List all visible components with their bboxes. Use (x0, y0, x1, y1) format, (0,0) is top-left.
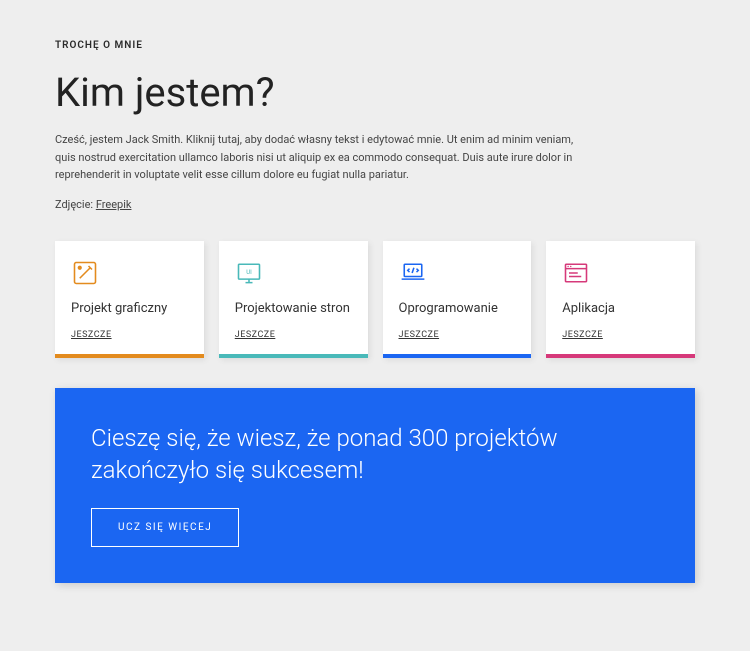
card-link[interactable]: JESZCZE (562, 330, 679, 340)
banner-heading: Cieszę się, że wiesz, że ponad 300 proje… (91, 422, 659, 487)
card-title: Oprogramowanie (399, 301, 516, 318)
window-lines-icon (562, 259, 590, 287)
card-title: Projektowanie stron (235, 301, 352, 318)
cards-row: Projekt graficzny JESZCZE UI Projektowan… (55, 241, 695, 358)
card-app[interactable]: Aplikacja JESZCZE (546, 241, 695, 358)
credit-link[interactable]: Freepik (96, 198, 132, 211)
card-graphic-design[interactable]: Projekt graficzny JESZCZE (55, 241, 204, 358)
learn-more-button[interactable]: UCZ SIĘ WIĘCEJ (91, 508, 239, 547)
svg-text:UI: UI (246, 269, 252, 276)
description: Cześć, jestem Jack Smith. Kliknij tutaj,… (55, 131, 595, 184)
card-link[interactable]: JESZCZE (235, 330, 352, 340)
card-web-design[interactable]: UI Projektowanie stron JESZCZE (219, 241, 368, 358)
card-title: Aplikacja (562, 301, 679, 318)
eyebrow: TROCHĘ O MNIE (55, 40, 695, 51)
card-link[interactable]: JESZCZE (399, 330, 516, 340)
pencil-ruler-icon (71, 259, 99, 287)
laptop-code-icon (399, 259, 427, 287)
monitor-ui-icon: UI (235, 259, 263, 287)
credit-prefix: Zdjęcie: (55, 198, 96, 211)
image-credit: Zdjęcie: Freepik (55, 198, 695, 211)
card-software[interactable]: Oprogramowanie JESZCZE (383, 241, 532, 358)
cta-banner: Cieszę się, że wiesz, że ponad 300 proje… (55, 388, 695, 584)
card-link[interactable]: JESZCZE (71, 330, 188, 340)
page-title: Kim jestem? (55, 69, 695, 116)
card-title: Projekt graficzny (71, 301, 188, 318)
